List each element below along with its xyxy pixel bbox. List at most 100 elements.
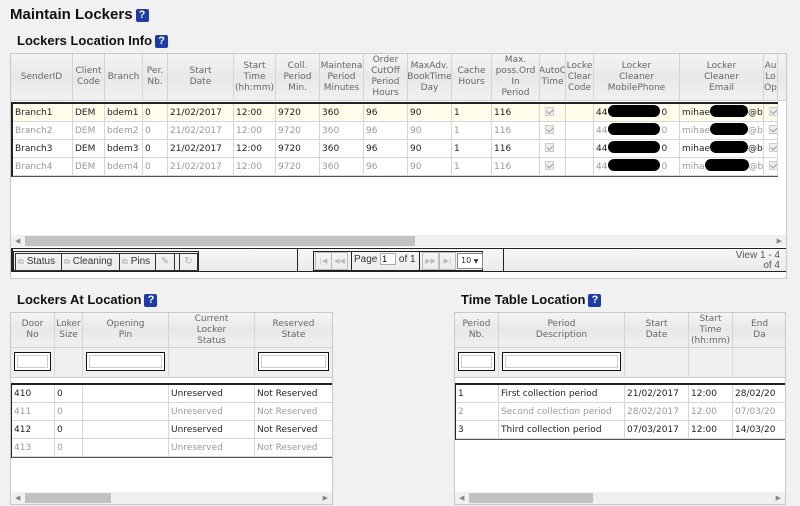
table-row[interactable]: Branch3 DEM bdem3 0 21/02/2017 12:00 9720 360 96… [13, 140, 778, 158]
scroll-left-icon[interactable]: ◀ [15, 492, 20, 504]
column-header[interactable]: Locker Cleaner MobilePhone [594, 54, 680, 100]
filter-cell [689, 348, 733, 377]
dropdown-arrow-icon: ▼ [473, 258, 479, 265]
column-header[interactable]: Start Date [168, 54, 234, 100]
checkbox[interactable] [545, 143, 554, 152]
column-header[interactable]: Maintena Period Minutes [320, 54, 364, 100]
column-header[interactable]: End Da [733, 313, 785, 347]
email-suffix: @b2 [748, 126, 763, 136]
table-cell: 21/02/2017 [168, 122, 234, 139]
column-header[interactable]: Coll. Period Min. [276, 54, 320, 100]
table-row[interactable]: 1 First collection period 21/02/2017 12:00 2… [456, 385, 785, 403]
table-cell: First collection period [499, 385, 625, 402]
table-cell: 21/02/2017 [625, 385, 689, 402]
checkbox[interactable] [545, 161, 554, 170]
column-header[interactable]: Locke Clear Code [566, 54, 594, 100]
table-cell: Not Reserved [255, 385, 332, 402]
column-header[interactable]: Per. Nb. [143, 54, 168, 100]
scroll-left-icon[interactable]: ◀ [15, 235, 20, 247]
page-input[interactable] [380, 253, 397, 265]
email-prefix: miha [682, 162, 705, 172]
column-header[interactable]: Branch [105, 54, 143, 100]
checkbox[interactable] [769, 161, 777, 170]
pins-button[interactable]: ⧉ Pins [119, 253, 156, 271]
description-filter-input[interactable] [502, 352, 621, 371]
filter-cell [169, 348, 255, 377]
first-page-button[interactable]: |◀ [315, 252, 332, 270]
table-cell: Unreserved [169, 421, 255, 438]
horizontal-scrollbar[interactable]: ◀ ▶ [455, 492, 785, 504]
column-header[interactable]: Reserved State [255, 313, 332, 347]
checkbox[interactable] [769, 125, 777, 134]
last-page-button[interactable]: ▶| [439, 252, 456, 270]
column-header[interactable]: Loker Size [55, 313, 83, 347]
table-cell: 96 [364, 158, 408, 175]
table-row[interactable]: 411 0 Unreserved Not Reserved [12, 403, 332, 421]
help-icon[interactable]: ? [144, 294, 158, 307]
table-row[interactable]: 412 0 Unreserved Not Reserved [12, 421, 332, 439]
horizontal-scrollbar[interactable]: ◀ ▶ [11, 235, 786, 247]
table-cell: 9720 [276, 122, 320, 139]
table-row[interactable]: 2 Second collection period 28/02/2017 12:00… [456, 403, 785, 421]
table-cell [764, 158, 778, 175]
column-header[interactable]: SenderID [11, 54, 73, 100]
scrollbar-thumb[interactable] [25, 493, 111, 503]
rows-per-page-select[interactable]: 10 ▼ [457, 253, 483, 269]
column-header[interactable]: Start Date [625, 313, 689, 347]
table-cell: 21/02/2017 [168, 158, 234, 175]
checkbox[interactable] [545, 125, 554, 134]
prev-page-button[interactable]: ◀◀ [331, 252, 348, 270]
scroll-right-icon[interactable]: ▶ [777, 235, 782, 247]
table-cell: 360 [320, 122, 364, 139]
opening-pin-filter-input[interactable] [86, 352, 165, 371]
scroll-right-icon[interactable]: ▶ [776, 492, 781, 504]
column-header[interactable]: MaxAdv. BookTime Day [408, 54, 452, 100]
column-header[interactable]: Order CutOff Period Hours [364, 54, 408, 100]
column-header[interactable]: Max. poss.Ord In Period [492, 54, 540, 100]
help-icon[interactable]: ? [155, 35, 169, 48]
checkbox[interactable] [545, 107, 554, 116]
column-header[interactable]: Start Time (hh:mm) [234, 54, 276, 100]
status-button[interactable]: ⧉ Status [15, 253, 62, 271]
lockers-filter-row [11, 348, 332, 378]
column-header[interactable]: Start Time (hh:mm) [689, 313, 733, 347]
refresh-icon[interactable]: ↻ [179, 253, 198, 271]
column-header[interactable]: Period Nb. [455, 313, 499, 347]
table-cell [540, 104, 566, 121]
column-header[interactable]: AutoC Time [540, 54, 566, 100]
table-row[interactable]: Branch2 DEM bdem2 0 21/02/2017 12:00 9720 360 96… [13, 122, 778, 140]
horizontal-scrollbar[interactable]: ◀ ▶ [11, 492, 332, 504]
cleaning-button[interactable]: ⧉ Cleaning [61, 253, 120, 271]
table-row[interactable]: 410 0 Unreserved Not Reserved [12, 385, 332, 403]
help-icon[interactable]: ? [588, 294, 602, 307]
column-header[interactable]: Locker Cleaner Email [680, 54, 764, 100]
pencil-icon[interactable]: ✎ [155, 253, 175, 271]
scrollbar-thumb[interactable] [469, 493, 593, 503]
table-row[interactable]: Branch4 DEM bdem4 0 21/02/2017 12:00 9720 360 96… [13, 158, 778, 176]
scrollbar-thumb[interactable] [25, 236, 415, 246]
column-header[interactable]: Au Lo Op [764, 54, 778, 100]
table-row[interactable]: 3 Third collection period 07/03/2017 12:00 1… [456, 421, 785, 439]
table-cell: 28/02/20 [733, 385, 785, 402]
table-cell: 1 [452, 104, 492, 121]
table-cell: 9720 [276, 104, 320, 121]
table-row[interactable]: Branch1 DEM bdem1 0 21/02/2017 12:00 9720 360 96… [13, 104, 778, 122]
reserved-state-filter-input[interactable] [258, 352, 329, 371]
column-header[interactable]: Period Description [499, 313, 625, 347]
checkbox[interactable] [769, 143, 777, 152]
table-cell: 90 [408, 104, 452, 121]
next-page-button[interactable]: ▶▶ [422, 252, 439, 270]
period-nb-filter-input[interactable] [458, 352, 495, 371]
table-cell: 1 [452, 122, 492, 139]
scroll-right-icon[interactable]: ▶ [323, 492, 328, 504]
column-header[interactable]: Current Locker Status [169, 313, 255, 347]
table-row[interactable]: 413 0 Unreserved Not Reserved [12, 439, 332, 457]
column-header[interactable]: Opening Pin [83, 313, 169, 347]
column-header[interactable]: Cache Hours [452, 54, 492, 100]
column-header[interactable]: Client Code [73, 54, 105, 100]
help-icon[interactable]: ? [135, 9, 149, 22]
checkbox[interactable] [769, 107, 777, 116]
column-header[interactable]: Door No [11, 313, 55, 347]
scroll-left-icon[interactable]: ◀ [459, 492, 464, 504]
door-no-filter-input[interactable] [14, 352, 51, 371]
